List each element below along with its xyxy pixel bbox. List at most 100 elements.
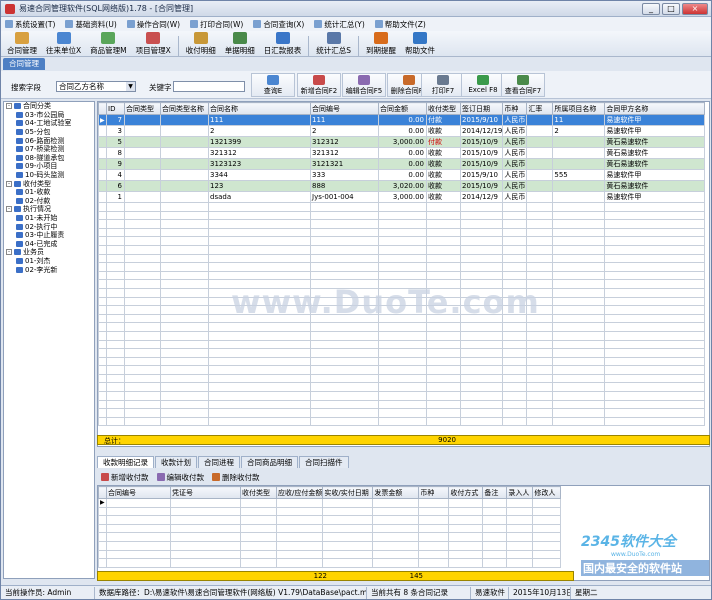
collapse-icon[interactable]: - bbox=[6, 249, 12, 256]
toolbar-button[interactable]: 帮助文件 bbox=[403, 32, 437, 56]
toolbar-button[interactable]: 往来单位X bbox=[44, 32, 83, 56]
menu-item[interactable]: 帮助文件(Z) bbox=[374, 19, 426, 30]
empty-cell bbox=[240, 549, 277, 560]
empty-cell bbox=[372, 532, 420, 542]
menu-item[interactable]: 统计汇总(Y) bbox=[314, 19, 365, 30]
collapse-icon[interactable]: - bbox=[6, 206, 12, 213]
detail-tab[interactable]: 合同进程 bbox=[198, 456, 240, 468]
empty-cell bbox=[322, 523, 374, 534]
maximize-button[interactable]: □ bbox=[662, 3, 680, 15]
toolbar-button[interactable]: 统计汇总S bbox=[314, 32, 353, 56]
search-action-button[interactable]: 打印F7 bbox=[421, 73, 465, 97]
column-header[interactable]: 合同甲方名称 bbox=[604, 102, 706, 115]
row-indicator bbox=[98, 558, 107, 568]
toolbar-button[interactable]: 合同管理 bbox=[5, 32, 39, 56]
menu-item[interactable]: 系统设置(T) bbox=[5, 19, 55, 30]
table-row[interactable]: 9 3123123 3121321 0.00 收款 2015/10/9 人民币 黄石易速软件 bbox=[98, 158, 706, 170]
empty-row bbox=[98, 210, 706, 221]
row-indicator bbox=[98, 523, 107, 534]
search-action-button[interactable]: Excel F8 bbox=[461, 73, 505, 97]
empty-cell bbox=[310, 253, 379, 264]
column-header[interactable]: 合同编号 bbox=[310, 102, 379, 115]
menu-item[interactable]: 基础资料(U) bbox=[65, 19, 117, 30]
cell-proj bbox=[552, 158, 606, 170]
keyword-input[interactable] bbox=[173, 81, 245, 92]
empty-cell bbox=[604, 270, 706, 281]
column-header[interactable]: 录入人 bbox=[506, 486, 534, 499]
column-header[interactable]: 合同编号 bbox=[106, 486, 171, 499]
menu-item[interactable]: 打印合同(W) bbox=[190, 19, 243, 30]
tree-node[interactable]: 02-李光新 bbox=[4, 265, 94, 274]
column-header[interactable]: 实收/实付日期 bbox=[322, 486, 374, 499]
column-header[interactable]: 凭证号 bbox=[170, 486, 241, 499]
empty-cell bbox=[459, 399, 504, 410]
empty-cell bbox=[106, 227, 125, 238]
toolbar-button[interactable]: 收付明细 bbox=[184, 32, 218, 56]
table-row[interactable]: 1 dsada Jys-001-004 3,000.00 收款 2014/12/9 人民币 易… bbox=[98, 191, 706, 203]
table-row[interactable]: 5 1321399 312312 3,000.00 付款 2015/10/9 人民币 黄石易速… bbox=[98, 136, 706, 148]
detail-action-button[interactable]: 编辑收付款 bbox=[156, 471, 204, 483]
table-row[interactable]: 4 3344 333 0.00 收款 2015/9/10 人民币 555 易速软件甲 bbox=[98, 169, 706, 181]
column-header[interactable]: 收付方式 bbox=[448, 486, 484, 499]
column-header[interactable]: 合同金额 bbox=[378, 102, 427, 115]
column-header[interactable]: 汇率 bbox=[526, 102, 554, 115]
search-action-button[interactable]: 新增合同F2 bbox=[297, 73, 341, 97]
menu-item[interactable]: 操作合同(W) bbox=[126, 19, 180, 30]
column-header[interactable]: 合同类型名称 bbox=[160, 102, 209, 115]
cell-id: 7 bbox=[106, 114, 125, 126]
column-header[interactable]: 合同名称 bbox=[208, 102, 311, 115]
search-action-button[interactable]: 编辑合同F5 bbox=[342, 73, 386, 97]
tree-node[interactable]: 04-已完成 bbox=[4, 240, 94, 249]
empty-cell bbox=[106, 408, 125, 418]
column-header[interactable]: 收付类型 bbox=[426, 102, 461, 115]
folder-icon bbox=[16, 223, 23, 230]
empty-cell bbox=[459, 270, 504, 281]
folder-icon bbox=[16, 240, 23, 247]
empty-cell bbox=[160, 296, 209, 307]
detail-tab[interactable]: 收款明细记录 bbox=[97, 456, 154, 468]
query-button[interactable]: 查询E bbox=[251, 73, 295, 97]
menu-item[interactable]: 合同查询(X) bbox=[253, 19, 304, 30]
column-header[interactable]: 币种 bbox=[418, 486, 450, 499]
column-header[interactable]: 发票金额 bbox=[372, 486, 420, 499]
detail-tab[interactable]: 合同扫描件 bbox=[299, 456, 349, 468]
close-button[interactable]: × bbox=[682, 3, 708, 15]
column-header[interactable]: 所属项目名称 bbox=[552, 102, 606, 115]
table-row[interactable]: 3 2 2 0.00 收款 2014/12/19 人民币 2 易速软件甲 bbox=[98, 125, 706, 137]
detail-tab[interactable]: 收款计划 bbox=[155, 456, 197, 468]
toolbar-icon bbox=[326, 32, 341, 44]
empty-cell bbox=[532, 549, 562, 560]
minimize-button[interactable]: _ bbox=[642, 3, 660, 15]
table-row[interactable]: 8 321312 321312 0.00 收款 2015/10/9 人民币 黄石易速软件 bbox=[98, 147, 706, 159]
column-header[interactable]: 修改人 bbox=[532, 486, 562, 499]
empty-cell bbox=[418, 515, 450, 525]
empty-cell bbox=[604, 287, 706, 298]
column-header[interactable]: 收付类型 bbox=[240, 486, 277, 499]
empty-cell bbox=[552, 210, 606, 221]
toolbar-button[interactable]: 项目管理X bbox=[134, 32, 173, 56]
toolbar-button[interactable]: 商品管理M bbox=[88, 32, 128, 56]
search-action-button[interactable]: 查看合同F7 bbox=[501, 73, 545, 97]
column-header[interactable]: 应收/应付金额 bbox=[275, 486, 324, 499]
column-header[interactable]: 币种 bbox=[502, 102, 528, 115]
toolbar-button[interactable]: 日汇款报表 bbox=[262, 32, 304, 56]
column-header[interactable]: 合同类型 bbox=[124, 102, 161, 115]
collapse-icon[interactable]: - bbox=[6, 180, 12, 187]
column-header[interactable]: 备注 bbox=[482, 486, 508, 499]
collapse-icon[interactable]: - bbox=[6, 103, 12, 110]
column-header[interactable]: 签订日期 bbox=[459, 102, 504, 115]
empty-cell bbox=[526, 210, 554, 221]
empty-cell bbox=[310, 210, 379, 221]
column-header[interactable]: ID bbox=[106, 102, 125, 115]
folder-icon bbox=[16, 154, 23, 161]
toolbar-button[interactable]: 到期提醒 bbox=[364, 32, 398, 56]
detail-action-button[interactable]: 新增收付款 bbox=[101, 471, 149, 483]
tab-contract-management[interactable]: 合同管理 bbox=[3, 58, 45, 70]
table-row[interactable]: ▶ 7 111 111 0.00 付款 2015/9/10 人民币 11 易速软件甲 bbox=[98, 114, 706, 126]
toolbar-button[interactable]: 单据明细 bbox=[223, 32, 257, 56]
search-field-select[interactable]: 合同乙方名称 ▼ bbox=[56, 81, 136, 92]
table-row[interactable]: 6 123 888 3,020.00 收款 2015/10/9 人民币 黄石易速软件 bbox=[98, 180, 706, 192]
detail-tab[interactable]: 合同商品明细 bbox=[241, 456, 298, 468]
detail-action-button[interactable]: 删除收付款 bbox=[212, 471, 260, 483]
empty-cell bbox=[418, 506, 450, 517]
